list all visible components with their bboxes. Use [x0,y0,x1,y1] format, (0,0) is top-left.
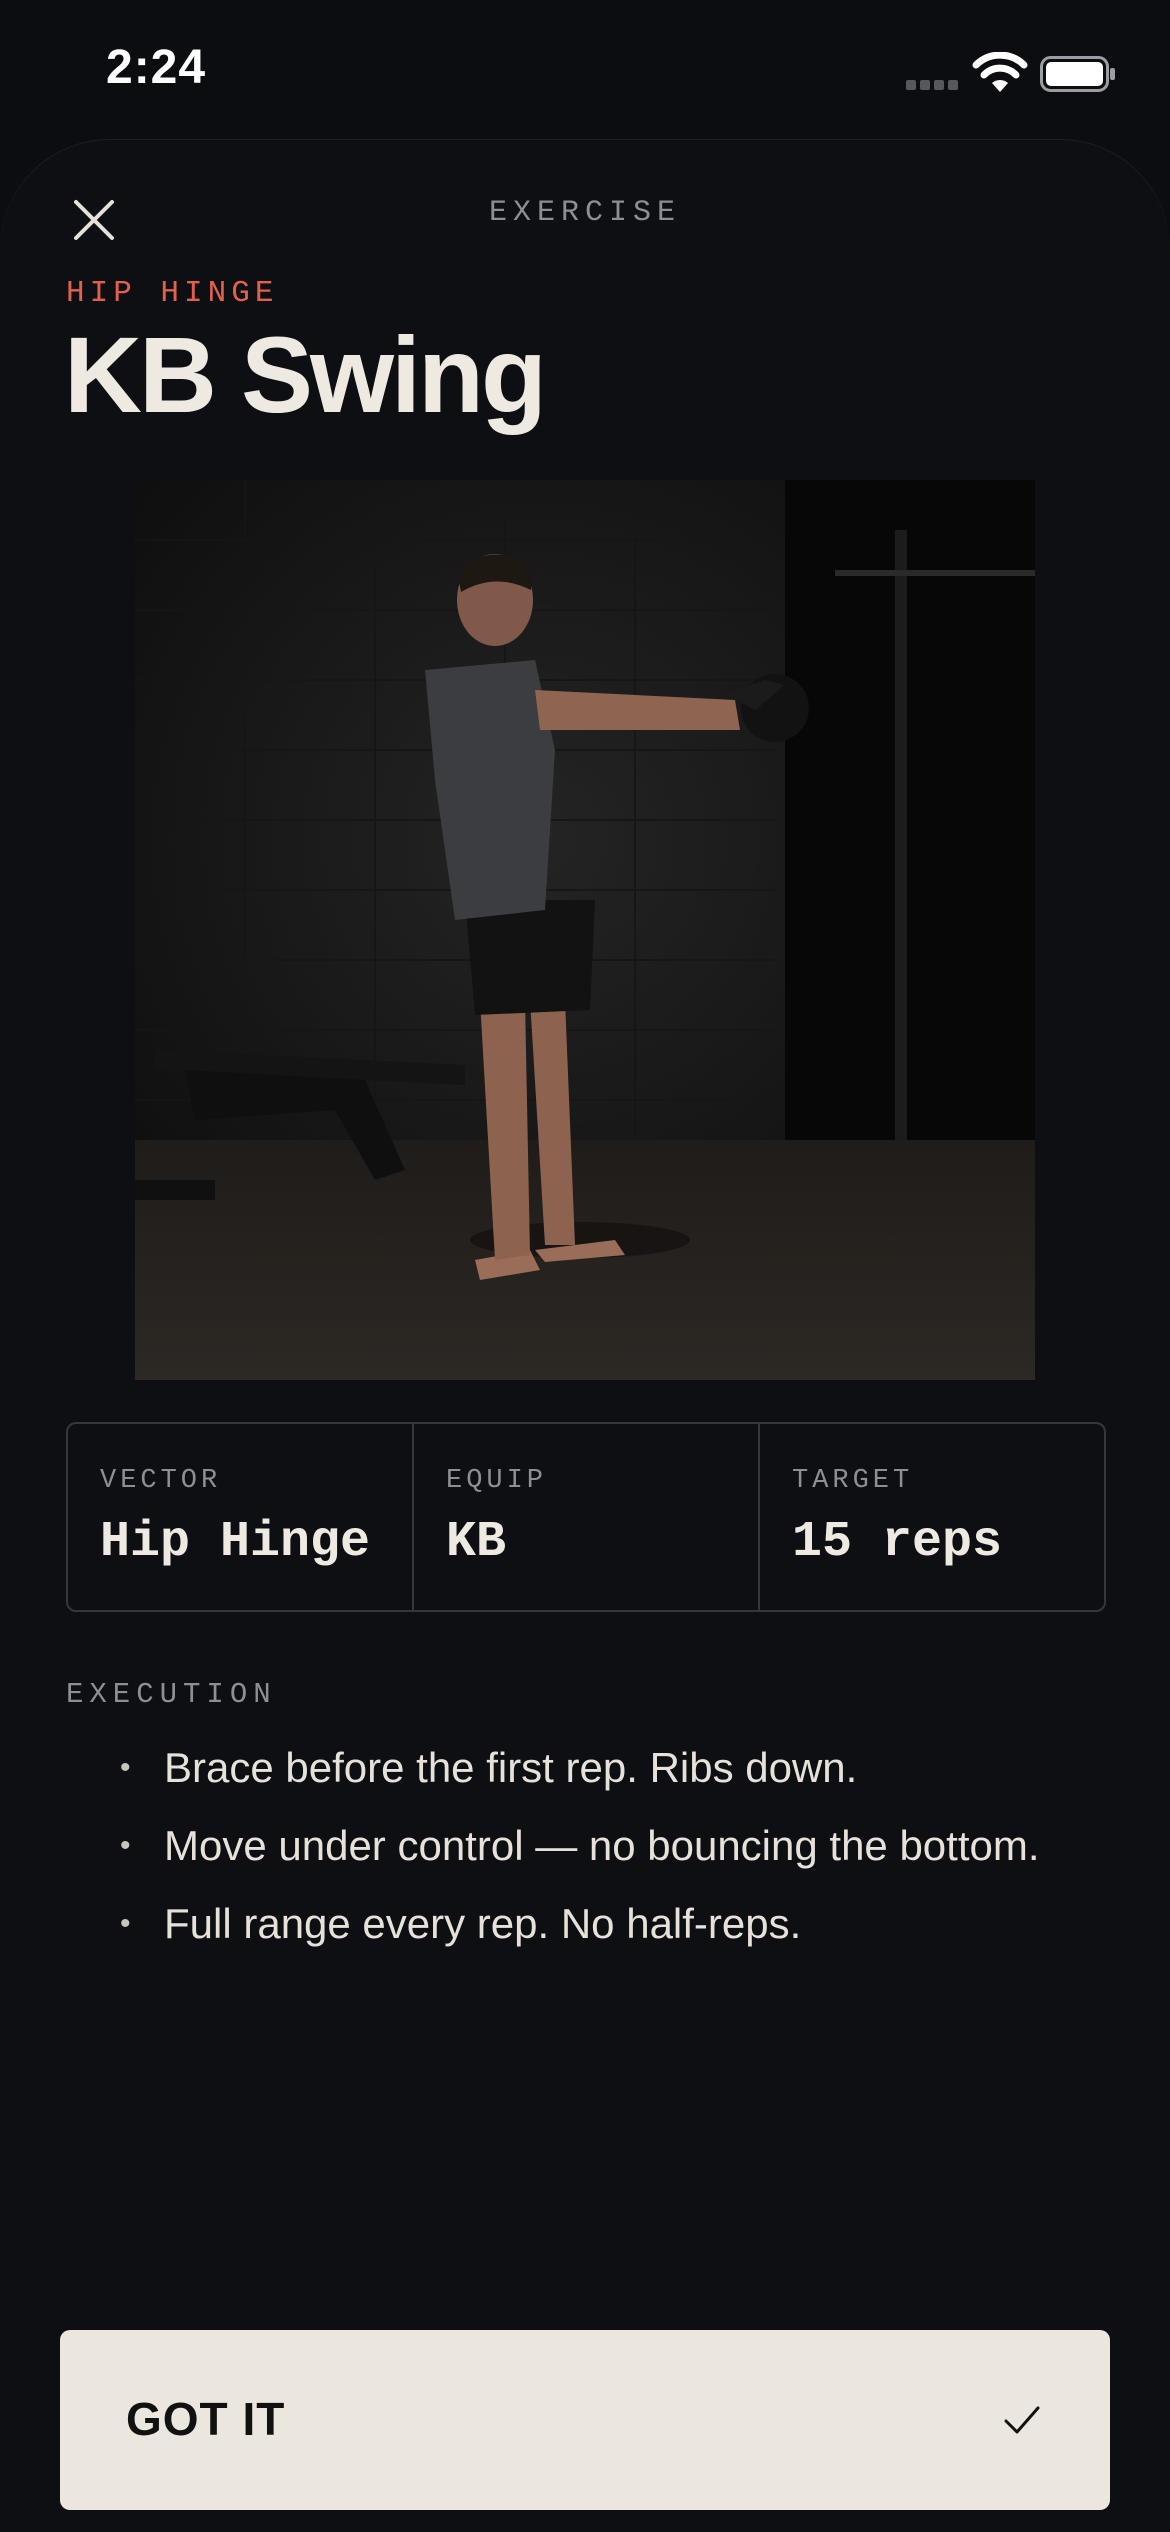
wifi-icon [972,52,1028,92]
stat-value: Hip Hinge [100,1514,371,1571]
execution-list: Brace before the first rep. Ribs down. M… [120,1740,1040,1974]
exercise-category: HIP HINGE [66,276,279,311]
exercise-photo [135,480,1035,1380]
stat-value: 15 reps [792,1514,1003,1571]
stat-equip: EQUIP KB [414,1424,760,1610]
exercise-illustration [135,480,1035,1380]
exercise-sheet: EXERCISE HIP HINGE KB Swing VECTOR Hip H… [0,140,1170,2532]
battery-icon [1040,56,1115,92]
cellular-signal-icon [906,80,958,90]
status-bar: 2:24 [0,0,1170,140]
check-icon [1004,2406,1040,2434]
status-time: 2:24 [106,41,207,94]
stat-label: TARGET [792,1466,914,1496]
sheet-title: EXERCISE [488,196,682,230]
exercise-title: KB Swing [64,314,547,435]
stats-panel: VECTOR Hip Hinge EQUIP KB TARGET 15 reps [66,1422,1106,1612]
stat-label: EQUIP [446,1466,548,1496]
got-it-button[interactable]: GOT IT [60,2330,1110,2510]
stat-vector: VECTOR Hip Hinge [68,1424,414,1610]
got-it-label: GOT IT [126,2393,286,2445]
list-item: Move under control — no bouncing the bot… [120,1818,1040,1896]
execution-heading: EXECUTION [66,1678,277,1711]
stat-label: VECTOR [100,1466,222,1496]
stat-target: TARGET 15 reps [760,1424,1104,1610]
stat-value: KB [446,1514,507,1571]
list-item: Full range every rep. No half-reps. [120,1896,1040,1974]
list-item: Brace before the first rep. Ribs down. [120,1740,1040,1818]
